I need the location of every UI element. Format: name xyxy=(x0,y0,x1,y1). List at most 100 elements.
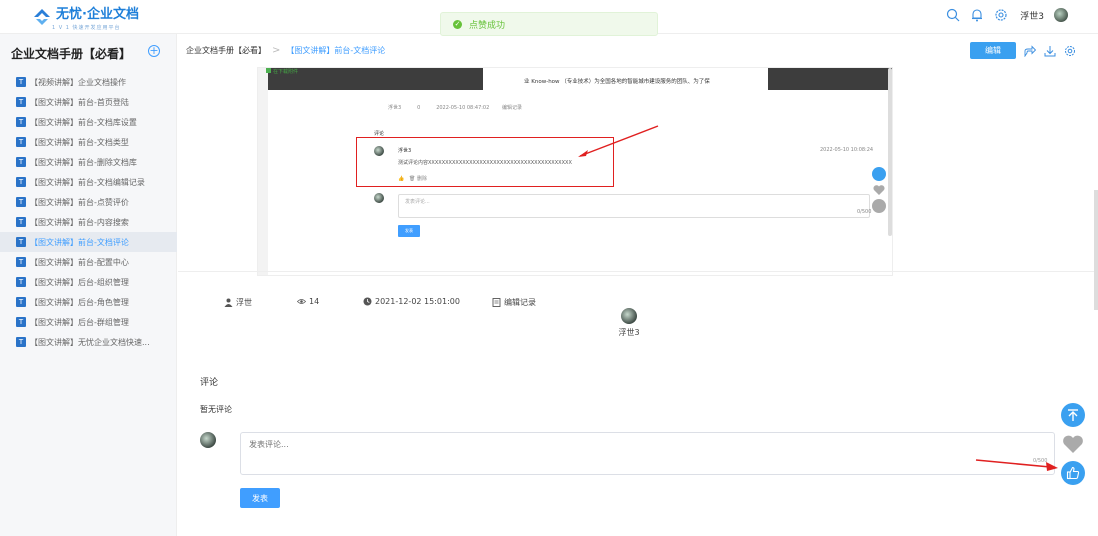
user-avatar[interactable] xyxy=(1054,8,1068,22)
logo-text-wrap: 无忧·企业文档 1 V 1 快速开发应用平台 xyxy=(52,3,139,31)
liker-avatar xyxy=(621,308,637,324)
doc-icon: T xyxy=(16,157,26,167)
heart-icon xyxy=(1063,435,1083,453)
doc-toolbar: 编辑 xyxy=(970,42,1076,59)
doc-icon: T xyxy=(16,317,26,327)
comment-input[interactable] xyxy=(240,432,1055,475)
like-button[interactable] xyxy=(1061,461,1085,485)
app-logo[interactable]: 无忧·企业文档 1 V 1 快速开发应用平台 xyxy=(32,3,139,31)
sidebar-item-doc-types[interactable]: T 【图文讲解】前台-文档类型 xyxy=(0,132,177,152)
comments-empty: 暂无评论 xyxy=(200,405,232,414)
screenshot-body-text: 业 Know-how （专业技术）为全国各地的智能城市建设服务的团队、为了保 xyxy=(524,79,710,85)
screenshot-top-icon xyxy=(872,167,886,181)
annotation-arrow-icon xyxy=(975,459,1058,471)
doc-icon: T xyxy=(16,77,26,87)
sidebar-item-label: 【图文讲解】前台-文档库设置 xyxy=(30,117,137,127)
add-doc-icon[interactable]: + xyxy=(148,45,160,57)
doc-icon: T xyxy=(16,237,26,247)
doc-icon: T xyxy=(16,177,26,187)
screenshot-gutter xyxy=(258,68,268,275)
sidebar-item-label: 【图文讲解】后台-角色管理 xyxy=(30,297,129,307)
clock-icon xyxy=(363,297,372,306)
header-username[interactable]: 浮世3 xyxy=(1020,9,1044,22)
eye-icon xyxy=(297,299,306,304)
sidebar-item-likes[interactable]: T 【图文讲解】前台-点赞评价 xyxy=(0,192,177,212)
submit-comment-button[interactable]: 发表 xyxy=(240,488,280,508)
favorite-button[interactable] xyxy=(1061,432,1085,456)
sidebar-item-label: 【图文讲解】前台-删除文档库 xyxy=(30,157,137,167)
check-icon: ✓ xyxy=(453,19,462,29)
screenshot-like-icon xyxy=(872,199,886,213)
sidebar-item-search[interactable]: T 【图文讲解】前台-内容搜索 xyxy=(0,212,177,232)
doc-icon: T xyxy=(16,257,26,267)
doc-icon: T xyxy=(16,97,26,107)
meta-author-name: 浮世 xyxy=(236,298,252,307)
sidebar-item-org[interactable]: T 【图文讲解】后台-组织管理 xyxy=(0,272,177,292)
arrow-up-icon xyxy=(1068,409,1078,421)
sidebar-item-comments[interactable]: T 【图文讲解】前台-文档评论 xyxy=(0,232,177,252)
sidebar-item-delete-library[interactable]: T 【图文讲解】前台-删除文档库 xyxy=(0,152,177,172)
user-icon xyxy=(224,298,233,307)
logo-subtitle: 1 V 1 快速开发应用平台 xyxy=(52,25,121,31)
sidebar-item-login[interactable]: T 【图文讲解】前台-首页登陆 xyxy=(0,92,177,112)
sidebar-item-edit-records[interactable]: T 【图文讲解】前台-文档编辑记录 xyxy=(0,172,177,192)
screenshot-dark-band xyxy=(768,68,892,90)
screenshot-scrollbar xyxy=(888,68,892,236)
sidebar-item-config[interactable]: T 【图文讲解】前台-配置中心 xyxy=(0,252,177,272)
breadcrumb: 企业文档手册【必看】 > 【图文讲解】前台-文档评论 xyxy=(186,45,385,56)
sidebar-item-label: 【视频讲解】企业文档操作 xyxy=(30,77,126,87)
back-to-top-button[interactable] xyxy=(1061,403,1085,427)
screenshot-meta: 浮世3 0 2022-05-10 08:47:02 编辑记录 xyxy=(388,105,523,111)
sidebar-item-label: 【图文讲解】前台-文档评论 xyxy=(30,237,129,247)
comment-user-avatar xyxy=(200,432,216,448)
sidebar-title: 企业文档手册【必看】 xyxy=(11,47,132,61)
download-icon[interactable] xyxy=(1044,45,1056,57)
edit-button[interactable]: 编辑 xyxy=(970,42,1016,59)
screenshot-input-avatar xyxy=(374,193,384,203)
settings-icon[interactable] xyxy=(1064,45,1076,57)
gear-icon[interactable] xyxy=(994,8,1008,22)
sidebar-item-label: 【图文讲解】前台-配置中心 xyxy=(30,257,129,267)
bell-icon[interactable] xyxy=(970,8,984,22)
doc-icon: T xyxy=(16,117,26,127)
annotation-arrow-icon xyxy=(578,125,659,157)
screenshot-attachment: 在下载附件 xyxy=(266,68,298,75)
sidebar-item-label: 【图文讲解】后台-群组管理 xyxy=(30,317,129,327)
doc-icon: T xyxy=(16,337,26,347)
screenshot-submit-button: 发表 xyxy=(398,225,420,237)
tutorial-screenshot: 在下载附件 业 Know-how （专业技术）为全国各地的智能城市建设服务的团队… xyxy=(257,67,893,276)
sidebar-item-label: 【图文讲解】前台-内容搜索 xyxy=(30,217,129,227)
breadcrumb-root[interactable]: 企业文档手册【必看】 xyxy=(186,45,266,56)
screenshot-comment-heading: 评论 xyxy=(374,131,385,137)
sidebar-item-quickstart[interactable]: T 【图文讲解】无忧企业文档快速... xyxy=(0,332,177,352)
sidebar-item-label: 【图文讲解】前台-文档类型 xyxy=(30,137,129,147)
meta-edit-log-label: 编辑记录 xyxy=(504,298,536,307)
page-scrollbar[interactable] xyxy=(1094,190,1098,310)
search-icon[interactable] xyxy=(946,8,960,22)
screenshot-heart-icon xyxy=(873,185,885,195)
liker-name: 浮世3 xyxy=(618,328,640,337)
sidebar-item-groups[interactable]: T 【图文讲解】后台-群组管理 xyxy=(0,312,177,332)
header-actions: 浮世3 xyxy=(946,8,1068,22)
meta-edit-log[interactable]: 编辑记录 xyxy=(492,297,536,308)
logo-name: 无忧·企业文档 xyxy=(56,7,139,22)
meta-time: 2021-12-02 15:01:00 xyxy=(363,297,460,306)
sidebar-item-roles[interactable]: T 【图文讲解】后台-角色管理 xyxy=(0,292,177,312)
liked-user[interactable]: 浮世3 xyxy=(614,308,644,338)
sidebar: 企业文档手册【必看】 + T 【视频讲解】企业文档操作 T 【图文讲解】前台-首页登… xyxy=(0,34,177,536)
doc-icon: T xyxy=(16,217,26,227)
meta-timestamp: 2021-12-02 15:01:00 xyxy=(375,297,460,306)
sidebar-item-label: 【图文讲解】后台-组织管理 xyxy=(30,277,129,287)
content-divider xyxy=(178,271,1098,272)
sidebar-item-video-operation[interactable]: T 【视频讲解】企业文档操作 xyxy=(0,72,177,92)
sidebar-item-label: 【图文讲解】前台-文档编辑记录 xyxy=(30,177,145,187)
logo-mark-icon xyxy=(34,9,50,25)
sidebar-item-library-settings[interactable]: T 【图文讲解】前台-文档库设置 xyxy=(0,112,177,132)
document-icon xyxy=(492,298,501,307)
sidebar-item-label: 【图文讲解】前台-首页登陆 xyxy=(30,97,129,107)
chevron-right-icon: > xyxy=(272,45,281,56)
breadcrumb-current: 【图文讲解】前台-文档评论 xyxy=(286,46,386,55)
sidebar-item-label: 【图文讲解】无忧企业文档快速... xyxy=(30,337,150,347)
doc-icon: T xyxy=(16,197,26,207)
share-icon[interactable] xyxy=(1024,44,1036,57)
